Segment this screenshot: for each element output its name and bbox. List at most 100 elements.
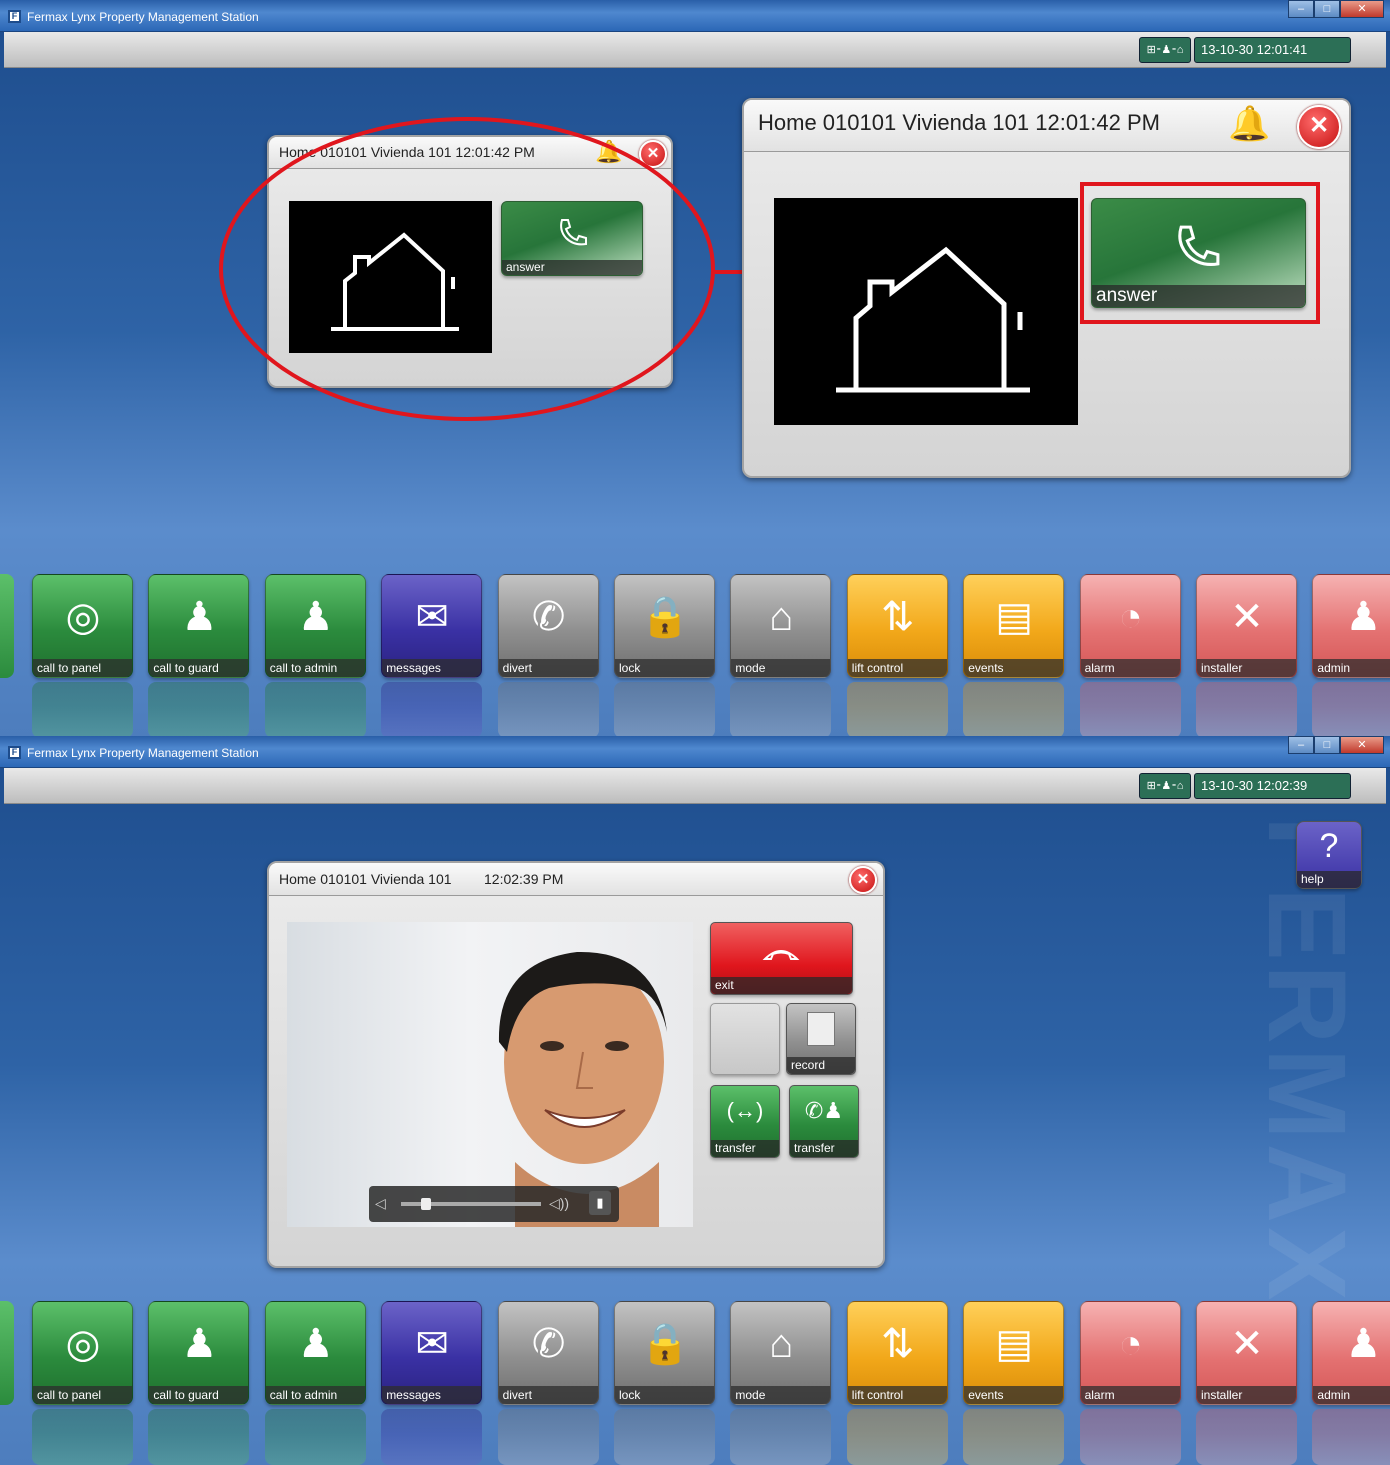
dock-button-label: call to panel bbox=[33, 1386, 132, 1404]
dock-button-label: lock bbox=[615, 659, 714, 677]
bell-icon: 🔔 bbox=[1228, 105, 1271, 143]
dock-button-reflection bbox=[381, 682, 483, 736]
minimize-button[interactable]: – bbox=[1288, 736, 1314, 754]
dock-button-reflection bbox=[497, 1409, 599, 1465]
volume-knob[interactable] bbox=[421, 1198, 432, 1210]
dock-button-admin[interactable]: ♟ admin bbox=[1312, 574, 1390, 678]
close-icon[interactable]: ✕ bbox=[1297, 105, 1341, 149]
dock-button-label: call to panel bbox=[33, 659, 132, 677]
documents-icon: ▤ bbox=[995, 595, 1034, 639]
close-icon[interactable]: ✕ bbox=[849, 866, 877, 894]
screenshot-active-call: F Fermax Lynx Property Management Statio… bbox=[0, 736, 1390, 1465]
dock-button-reflection bbox=[963, 1409, 1065, 1465]
dock-button-label: admin bbox=[1313, 1386, 1390, 1404]
envelope-icon: ✉ bbox=[415, 595, 449, 639]
visitor-face-image bbox=[498, 951, 667, 1227]
dock-button-alarm[interactable]: ◔ alarm bbox=[1079, 574, 1181, 678]
dock-button-label: events bbox=[964, 1386, 1064, 1404]
tools-icon: ✕ bbox=[1230, 595, 1264, 639]
dock-button-lift-control[interactable]: ⇅ lift control bbox=[846, 574, 948, 678]
dock-button-events[interactable]: ▤ events bbox=[963, 1301, 1065, 1405]
dock-button-reflection bbox=[1196, 682, 1297, 736]
dock-button-reflection bbox=[1312, 682, 1390, 736]
house-icon bbox=[836, 246, 1030, 393]
highlight-rectangle bbox=[1080, 182, 1320, 324]
dock-button-reflection bbox=[497, 682, 599, 736]
dock-button-label: messages bbox=[382, 659, 482, 677]
dock-button-label: events bbox=[964, 659, 1064, 677]
volume-bar: ◁ ◁)) ▮ bbox=[369, 1186, 619, 1222]
dock-button-call-to-guard[interactable]: ♟ call to guard bbox=[148, 1301, 250, 1405]
hangup-icon bbox=[762, 950, 800, 960]
help-label: help bbox=[1297, 871, 1361, 888]
dock-button-label: mode bbox=[731, 659, 831, 677]
notepad-mic-icon bbox=[807, 1012, 835, 1046]
popup-zoom-header: Home 010101 Vivienda 101 12:01:42 PM 🔔 ✕ bbox=[744, 100, 1349, 152]
dock-scroll-left-button[interactable] bbox=[0, 574, 14, 678]
dock-button-installer[interactable]: ✕ installer bbox=[1196, 1301, 1297, 1405]
alarm-bell-icon: ◔ bbox=[1118, 595, 1143, 639]
network-status-icon: ⊞⁃♟⁃⌂ bbox=[1139, 773, 1191, 799]
active-call-window: Home 010101 Vivienda 101 12:02:39 PM ✕ ◁… bbox=[267, 861, 885, 1268]
question-icon: ? bbox=[1319, 827, 1339, 865]
dock-button-installer[interactable]: ✕ installer bbox=[1196, 574, 1297, 678]
dock-button-admin[interactable]: ♟ admin bbox=[1312, 1301, 1390, 1405]
speaker-high-icon: ◁)) bbox=[549, 1195, 570, 1211]
dock-button-reflection bbox=[148, 682, 250, 736]
dock-button-call-to-admin[interactable]: ♟ call to admin bbox=[264, 574, 366, 678]
dock-button-messages[interactable]: ✉ messages bbox=[381, 1301, 483, 1405]
admin-icon: ♟ bbox=[1345, 595, 1382, 639]
dock-button-mode[interactable]: ⌂ mode bbox=[730, 1301, 832, 1405]
app-logo-icon: F bbox=[8, 746, 21, 759]
dock-button-reflection bbox=[730, 1409, 832, 1465]
dock-button-reflection bbox=[1196, 1409, 1297, 1465]
datetime-display: 13-10-30 12:02:39 bbox=[1194, 773, 1351, 799]
dock-button-label: divert bbox=[498, 1386, 598, 1404]
dock-button-reflection bbox=[1079, 682, 1181, 736]
top-status-bar: ⊞⁃♟⁃⌂ 13-10-30 12:02:39 bbox=[4, 768, 1386, 804]
exit-label: exit bbox=[711, 977, 852, 994]
dock-button-divert[interactable]: ✆ divert bbox=[497, 574, 599, 678]
dock-button-lock[interactable]: 🔒 lock bbox=[614, 1301, 715, 1405]
dock-button-lift-control[interactable]: ⇅ lift control bbox=[846, 1301, 948, 1405]
dock-button-lock[interactable]: 🔒 lock bbox=[614, 574, 715, 678]
mute-icon[interactable]: ▮ bbox=[589, 1191, 611, 1215]
dock-button-label: call to admin bbox=[265, 1386, 365, 1404]
dock-button-events[interactable]: ▤ events bbox=[963, 574, 1065, 678]
dock-button-call-to-admin[interactable]: ♟ call to admin bbox=[264, 1301, 366, 1405]
volume-slider[interactable] bbox=[401, 1198, 541, 1210]
dock-button-label: lift control bbox=[847, 659, 947, 677]
dock-button-messages[interactable]: ✉ messages bbox=[381, 574, 483, 678]
guard-icon: ♟ bbox=[181, 595, 218, 639]
dock-button-alarm[interactable]: ◔ alarm bbox=[1079, 1301, 1181, 1405]
dock-button-mode[interactable]: ⌂ mode bbox=[730, 574, 832, 678]
transfer-button-2[interactable]: ✆♟ transfer bbox=[789, 1085, 859, 1158]
dock-scroll-left-button[interactable] bbox=[0, 1301, 14, 1405]
divert-phone-icon: ✆ bbox=[531, 595, 566, 639]
record-button[interactable]: record bbox=[786, 1003, 856, 1075]
dock-button-divert[interactable]: ✆ divert bbox=[497, 1301, 599, 1405]
call-title: Home 010101 Vivienda 101 bbox=[279, 871, 452, 887]
dock-button-call-to-guard[interactable]: ♟ call to guard bbox=[148, 574, 250, 678]
dock-button-reflection bbox=[614, 1409, 715, 1465]
panel-icon: ◎ bbox=[65, 595, 101, 639]
call-window-header: Home 010101 Vivienda 101 12:02:39 PM ✕ bbox=[269, 863, 883, 896]
close-window-button[interactable]: ✕ bbox=[1340, 736, 1384, 754]
transfer-guard-icon: ✆♟ bbox=[804, 1098, 844, 1123]
popup-zoom-title: Home 010101 Vivienda 101 12:01:42 PM bbox=[758, 110, 1160, 135]
transfer-button-1[interactable]: (↔) transfer bbox=[710, 1085, 780, 1158]
dock-button-call-to-panel[interactable]: ◎ call to panel bbox=[32, 574, 133, 678]
help-button[interactable]: ? help bbox=[1296, 821, 1362, 889]
transfer-label-2: transfer bbox=[790, 1140, 858, 1157]
dock-button-call-to-panel[interactable]: ◎ call to panel bbox=[32, 1301, 133, 1405]
tools-icon: ✕ bbox=[1230, 1322, 1264, 1366]
dock-button-label: alarm bbox=[1080, 1386, 1180, 1404]
transfer-label-1: transfer bbox=[711, 1140, 779, 1157]
exit-button[interactable]: exit bbox=[710, 922, 853, 995]
panel-icon: ◎ bbox=[65, 1322, 101, 1366]
divert-phone-icon: ✆ bbox=[531, 1322, 566, 1366]
dock-button-label: mode bbox=[731, 1386, 831, 1404]
maximize-button[interactable]: □ bbox=[1314, 736, 1340, 754]
padlock-icon: 🔒 bbox=[640, 595, 690, 639]
speaker-low-icon: ◁ bbox=[375, 1195, 386, 1211]
